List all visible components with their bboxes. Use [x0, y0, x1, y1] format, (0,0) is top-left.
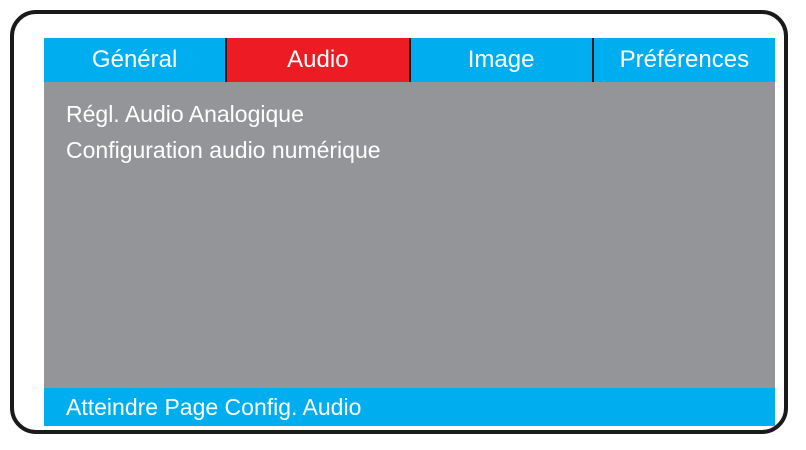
- tab-audio[interactable]: Audio: [227, 38, 411, 82]
- audio-menu: Régl. Audio Analogique Configuration aud…: [66, 96, 765, 168]
- status-bar: Atteindre Page Config. Audio: [44, 388, 775, 426]
- tab-preferences[interactable]: Préférences: [593, 38, 775, 82]
- tab-bar: Général Audio Image Préférences: [44, 38, 775, 82]
- settings-screen: Général Audio Image Préférences Régl. Au…: [44, 38, 775, 426]
- menu-item-digital-audio-config[interactable]: Configuration audio numérique: [66, 132, 765, 168]
- tab-image[interactable]: Image: [410, 38, 594, 82]
- tab-general[interactable]: Général: [44, 38, 228, 82]
- menu-item-analog-audio-settings[interactable]: Régl. Audio Analogique: [66, 96, 765, 132]
